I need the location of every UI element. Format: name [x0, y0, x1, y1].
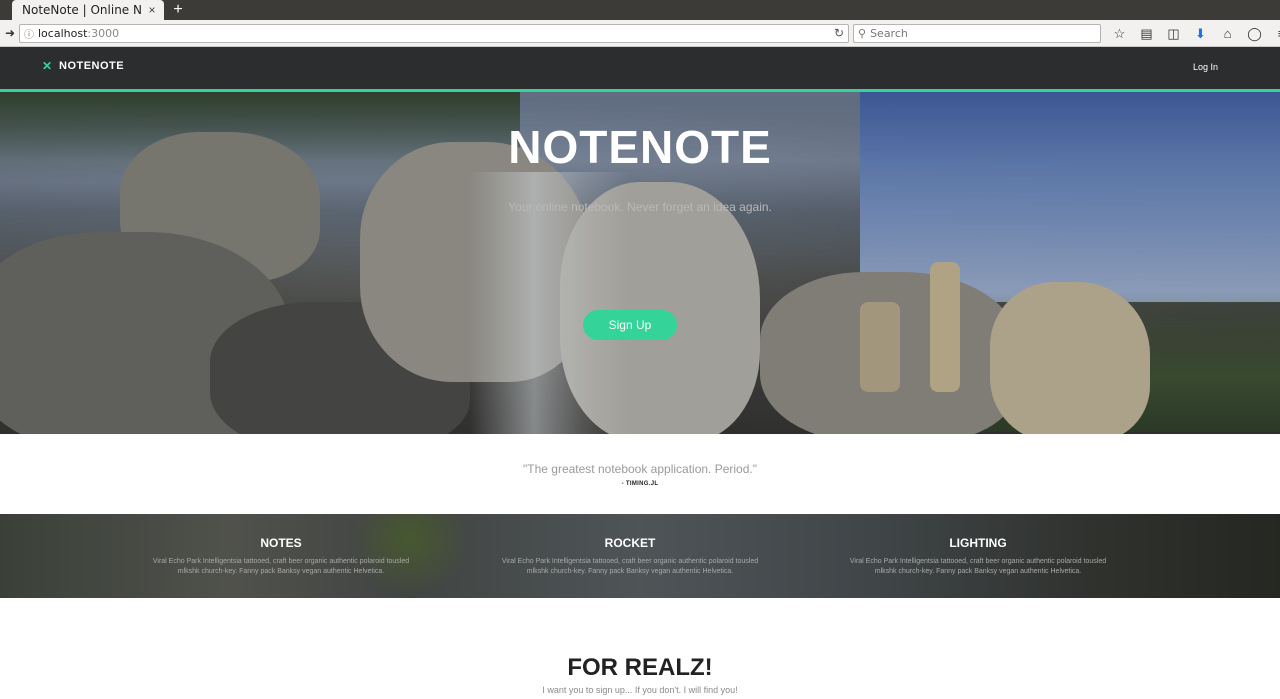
- feature-notes: NOTES Viral Echo Park Intelligentsia tat…: [136, 536, 426, 577]
- cta-section: FOR REALZ! I want you to sign up... If y…: [0, 598, 1280, 699]
- features-section: NOTES Viral Echo Park Intelligentsia tat…: [0, 514, 1280, 598]
- signup-button[interactable]: Sign Up: [583, 310, 677, 340]
- browser-nav-bar: ➜ ⓘ localhost:3000 ↻ ⚲ ☆ ▤ ◫ ⬇ ⌂ ◯ ≡: [0, 20, 1280, 47]
- search-input[interactable]: [870, 27, 1071, 40]
- info-icon[interactable]: ⓘ: [20, 26, 38, 41]
- hero-title: NOTENOTE: [508, 121, 772, 173]
- feature-text: Viral Echo Park Intelligentsia tattooed,…: [152, 558, 410, 575]
- reading-list-icon[interactable]: ▤: [1133, 25, 1160, 42]
- testimonial-author: - TIMING.JL: [621, 481, 659, 487]
- new-tab-button[interactable]: +: [170, 0, 186, 20]
- brand-icon: ✕: [42, 59, 53, 73]
- toolbar-icons: ☆ ▤ ◫ ⬇ ⌂ ◯ ≡: [1106, 25, 1280, 42]
- close-tab-icon[interactable]: ×: [146, 3, 158, 17]
- hero-section: NOTENOTE Your online notebook. Never for…: [0, 92, 1280, 434]
- browser-tab[interactable]: NoteNote | Online Not… ×: [12, 0, 164, 20]
- search-bar[interactable]: ⚲: [853, 24, 1101, 43]
- brand-logo[interactable]: ✕ NOTENOTE: [42, 60, 124, 72]
- url-host: localhost: [38, 27, 88, 40]
- feature-text: Viral Echo Park Intelligentsia tattooed,…: [849, 558, 1107, 575]
- testimonial-quote: "The greatest notebook application. Peri…: [523, 462, 757, 476]
- url-port: :3000: [87, 27, 120, 40]
- reload-icon[interactable]: ↻: [834, 26, 844, 40]
- feature-text: Viral Echo Park Intelligentsia tattooed,…: [501, 558, 759, 575]
- tab-title: NoteNote | Online Not…: [22, 3, 142, 17]
- url-bar[interactable]: ⓘ localhost:3000 ↻: [19, 24, 849, 43]
- brand-name: NOTENOTE: [59, 60, 125, 72]
- login-link[interactable]: Log In: [1193, 62, 1218, 72]
- cta-subtitle: I want you to sign up... If you don't. I…: [542, 685, 738, 695]
- feature-title: LIGHTING: [949, 536, 1007, 550]
- pocket-icon[interactable]: ◫: [1160, 25, 1187, 42]
- download-icon[interactable]: ⬇: [1187, 25, 1214, 42]
- browser-tab-bar: NoteNote | Online Not… × +: [0, 0, 1280, 20]
- chat-icon[interactable]: ◯: [1241, 25, 1268, 42]
- menu-icon[interactable]: ≡: [1268, 25, 1280, 42]
- feature-title: ROCKET: [604, 536, 656, 550]
- feature-rocket: ROCKET Viral Echo Park Intelligentsia ta…: [485, 536, 775, 577]
- feature-lighting: LIGHTING Viral Echo Park Intelligentsia …: [833, 536, 1123, 577]
- cta-title: FOR REALZ!: [567, 654, 713, 681]
- url-text: localhost:3000: [38, 27, 119, 40]
- feature-title: NOTES: [260, 536, 302, 550]
- back-arrow-icon[interactable]: ➜: [2, 25, 18, 41]
- hero-subtitle: Your online notebook. Never forget an id…: [508, 200, 772, 214]
- site-header: ✕ NOTENOTE Log In: [0, 47, 1280, 89]
- bookmark-star-icon[interactable]: ☆: [1106, 25, 1133, 42]
- testimonial-section: "The greatest notebook application. Peri…: [0, 434, 1280, 514]
- search-icon: ⚲: [858, 28, 867, 40]
- home-icon[interactable]: ⌂: [1214, 25, 1241, 42]
